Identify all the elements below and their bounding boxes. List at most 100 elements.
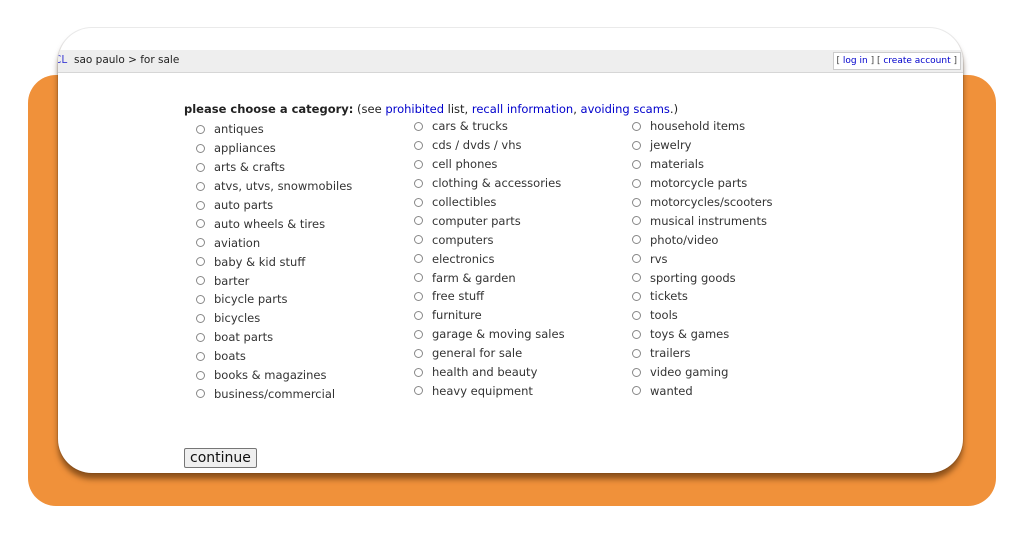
category-option[interactable]: motorcycle parts xyxy=(632,174,773,193)
create-account-link[interactable]: create account xyxy=(883,56,950,66)
category-label: sporting goods xyxy=(650,270,736,285)
category-option[interactable]: general for sale xyxy=(414,344,565,363)
category-radio[interactable] xyxy=(196,181,205,191)
category-option[interactable]: cds / dvds / vhs xyxy=(414,136,565,155)
category-option[interactable]: electronics xyxy=(414,249,565,268)
category-radio[interactable] xyxy=(414,197,423,207)
category-option[interactable]: baby & kid stuff xyxy=(196,252,352,271)
category-option[interactable]: health and beauty xyxy=(414,363,565,382)
category-radio[interactable] xyxy=(196,162,205,172)
category-radio[interactable] xyxy=(632,367,641,377)
category-option[interactable]: materials xyxy=(632,155,773,174)
category-option[interactable]: photo/video xyxy=(632,230,773,249)
category-option[interactable]: tools xyxy=(632,306,773,325)
category-radio[interactable] xyxy=(414,235,423,245)
category-option[interactable]: garage & moving sales xyxy=(414,325,565,344)
category-option[interactable]: motorcycles/scooters xyxy=(632,193,773,212)
category-radio[interactable] xyxy=(414,273,423,283)
category-radio[interactable] xyxy=(196,332,205,342)
category-radio[interactable] xyxy=(632,348,641,358)
category-option[interactable]: free stuff xyxy=(414,287,565,306)
category-option[interactable]: farm & garden xyxy=(414,268,565,287)
category-option[interactable]: furniture xyxy=(414,306,565,325)
category-option[interactable]: books & magazines xyxy=(196,366,352,385)
category-radio[interactable] xyxy=(632,254,641,264)
category-radio[interactable] xyxy=(414,254,423,264)
category-option[interactable]: computer parts xyxy=(414,211,565,230)
category-radio[interactable] xyxy=(196,389,205,399)
category-option[interactable]: boats xyxy=(196,347,352,366)
category-option[interactable]: business/commercial xyxy=(196,384,352,403)
category-option[interactable]: clothing & accessories xyxy=(414,174,565,193)
category-radio[interactable] xyxy=(196,294,205,304)
category-radio[interactable] xyxy=(196,351,205,361)
category-radio[interactable] xyxy=(632,216,641,226)
category-radio[interactable] xyxy=(196,313,205,323)
category-option[interactable]: computers xyxy=(414,230,565,249)
category-radio[interactable] xyxy=(632,386,641,396)
category-radio[interactable] xyxy=(196,200,205,210)
cl-logo[interactable]: CL xyxy=(58,54,67,66)
category-option[interactable]: toys & games xyxy=(632,325,773,344)
category-radio[interactable] xyxy=(632,329,641,339)
category-radio[interactable] xyxy=(196,370,205,380)
category-radio[interactable] xyxy=(414,329,423,339)
continue-button[interactable]: continue xyxy=(184,448,257,468)
category-radio[interactable] xyxy=(632,178,641,188)
prohibited-link[interactable]: prohibited xyxy=(385,102,444,116)
category-option[interactable]: sporting goods xyxy=(632,268,773,287)
category-radio[interactable] xyxy=(632,197,641,207)
category-radio[interactable] xyxy=(196,257,205,267)
category-radio[interactable] xyxy=(196,238,205,248)
category-radio[interactable] xyxy=(632,310,641,320)
category-radio[interactable] xyxy=(632,291,641,301)
category-option[interactable]: video gaming xyxy=(632,363,773,382)
category-option[interactable]: cars & trucks xyxy=(414,117,565,136)
category-option[interactable]: barter xyxy=(196,271,352,290)
category-radio[interactable] xyxy=(414,310,423,320)
log-in-link[interactable]: log in xyxy=(843,56,868,66)
category-radio[interactable] xyxy=(414,216,423,226)
category-radio[interactable] xyxy=(414,348,423,358)
category-option[interactable]: atvs, utvs, snowmobiles xyxy=(196,177,352,196)
category-option[interactable]: trailers xyxy=(632,344,773,363)
category-radio[interactable] xyxy=(196,219,205,229)
category-radio[interactable] xyxy=(196,276,205,286)
category-option[interactable]: tickets xyxy=(632,287,773,306)
category-radio[interactable] xyxy=(632,273,641,283)
category-option[interactable]: wanted xyxy=(632,381,773,400)
category-radio[interactable] xyxy=(414,178,423,188)
category-radio[interactable] xyxy=(196,124,205,134)
category-option[interactable]: auto wheels & tires xyxy=(196,214,352,233)
category-radio[interactable] xyxy=(414,140,423,150)
category-radio[interactable] xyxy=(414,159,423,169)
category-option[interactable]: collectibles xyxy=(414,193,565,212)
category-label: auto parts xyxy=(214,198,274,212)
category-radio[interactable] xyxy=(414,367,423,377)
category-option[interactable]: musical instruments xyxy=(632,211,773,230)
category-radio[interactable] xyxy=(632,140,641,150)
category-option[interactable]: auto parts xyxy=(196,196,352,215)
category-radio[interactable] xyxy=(632,121,641,131)
category-option[interactable]: rvs xyxy=(632,249,773,268)
category-option[interactable]: bicycles xyxy=(196,309,352,328)
category-option[interactable]: heavy equipment xyxy=(414,381,565,400)
category-option[interactable]: aviation xyxy=(196,233,352,252)
category-label: cds / dvds / vhs xyxy=(432,138,522,153)
category-radio[interactable] xyxy=(414,121,423,131)
category-radio[interactable] xyxy=(196,143,205,153)
category-radio[interactable] xyxy=(632,235,641,245)
category-option[interactable]: jewelry xyxy=(632,136,773,155)
category-option[interactable]: boat parts xyxy=(196,328,352,347)
category-option[interactable]: cell phones xyxy=(414,155,565,174)
avoiding-scams-link[interactable]: avoiding scams xyxy=(581,102,670,116)
category-option[interactable]: appliances xyxy=(196,139,352,158)
category-radio[interactable] xyxy=(632,159,641,169)
category-option[interactable]: bicycle parts xyxy=(196,290,352,309)
category-radio[interactable] xyxy=(414,386,423,396)
category-radio[interactable] xyxy=(414,291,423,301)
category-option[interactable]: antiques xyxy=(196,120,352,139)
category-option[interactable]: household items xyxy=(632,117,773,136)
category-option[interactable]: arts & crafts xyxy=(196,158,352,177)
recall-information-link[interactable]: recall information xyxy=(472,102,573,116)
